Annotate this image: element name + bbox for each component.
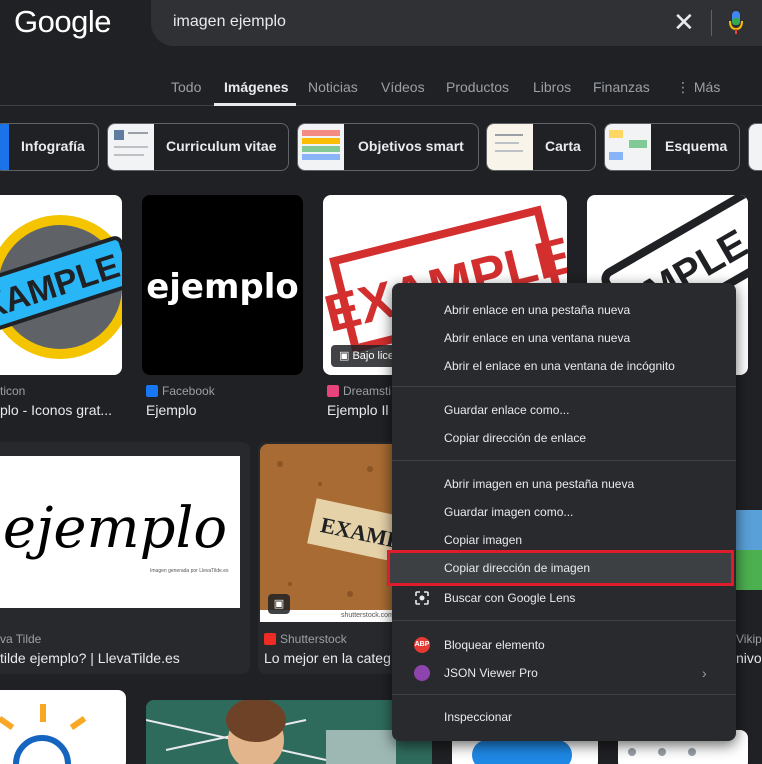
result-image[interactable] — [736, 510, 762, 590]
classroom-illustration — [146, 700, 432, 764]
result-source[interactable]: va Tilde — [0, 632, 41, 646]
blue-shape — [472, 740, 572, 764]
landscape-illustration — [736, 550, 762, 590]
search-input[interactable]: imagen ejemplo — [173, 13, 286, 31]
result-source[interactable]: Facebook — [146, 384, 215, 398]
menu-save-link-as[interactable]: Guardar enlace como... — [392, 397, 736, 423]
example-badge-illustration: XAMPLE — [0, 215, 122, 359]
facebook-icon — [146, 385, 158, 397]
chevron-right-icon: › — [702, 665, 707, 681]
result-title[interactable]: plo - Iconos grat... — [0, 402, 112, 418]
image-text: ejemplo — [146, 267, 299, 307]
result-image[interactable] — [0, 690, 126, 764]
search-divider — [711, 10, 712, 36]
image-icon: ▣ — [268, 594, 290, 614]
result-source-label: Facebook — [162, 384, 215, 398]
tab-productos[interactable]: Productos — [446, 79, 509, 95]
result-title[interactable]: nivo — [736, 650, 762, 666]
dot — [688, 748, 696, 756]
active-tab-indicator — [214, 103, 296, 106]
chip-thumbnail — [605, 124, 651, 170]
chip-label: Esquema — [665, 138, 728, 154]
google-lens-icon — [415, 591, 429, 605]
dot — [658, 748, 666, 756]
result-title[interactable]: tilde ejemplo? | LlevaTilde.es — [0, 650, 180, 666]
microphone-icon[interactable] — [729, 10, 743, 36]
menu-copy-image-address[interactable]: Copiar dirección de imagen — [387, 550, 734, 586]
menu-separator — [392, 694, 736, 695]
image-text: ejemplo — [2, 496, 228, 561]
tab-libros[interactable]: Libros — [533, 79, 571, 95]
result-title[interactable]: Lo mejor en la categ — [264, 650, 391, 666]
menu-inspect[interactable]: Inspeccionar — [392, 704, 736, 730]
chip-thumbnail — [749, 124, 762, 170]
chip-thumbnail — [487, 124, 533, 170]
result-image[interactable]: EXAMP shutterstock.com · 2 ▣ — [260, 444, 408, 622]
result-source[interactable]: Dreamsti — [327, 384, 391, 398]
tab-mas[interactable]: ⋮ Más — [676, 79, 720, 96]
menu-item-label: JSON Viewer Pro — [444, 666, 538, 680]
chip-infografia[interactable]: Infografía — [0, 123, 99, 171]
tab-noticias[interactable]: Noticias — [308, 79, 358, 95]
chip-label: Infografía — [21, 138, 85, 154]
menu-open-link-new-window[interactable]: Abrir enlace en una ventana nueva — [392, 325, 736, 351]
menu-copy-image[interactable]: Copiar imagen — [392, 527, 736, 553]
result-title[interactable]: Ejemplo Il — [327, 402, 388, 418]
chip-label: Curriculum vitae — [166, 138, 277, 154]
menu-item-label: Buscar con Google Lens — [444, 591, 576, 605]
chip-carta[interactable]: Carta — [486, 123, 596, 171]
menu-save-image-as[interactable]: Guardar imagen como... — [392, 499, 736, 525]
search-tabs: Todo Imágenes Noticias Vídeos Productos … — [0, 70, 762, 106]
json-viewer-icon — [414, 665, 430, 681]
result-title[interactable]: Ejemplo — [146, 402, 197, 418]
chip-thumbnail — [0, 124, 9, 170]
menu-open-link-incognito[interactable]: Abrir el enlace en una ventana de incógn… — [392, 353, 736, 379]
result-source[interactable]: ticon — [0, 384, 25, 398]
shutterstock-icon — [264, 633, 276, 645]
search-box[interactable]: imagen ejemplo ✕ — [151, 0, 762, 46]
menu-separator — [392, 620, 736, 621]
result-image[interactable]: ejemplo Imagen generada por LlevaTilde.e… — [0, 456, 240, 608]
menu-open-link-new-tab[interactable]: Abrir enlace en una pestaña nueva — [392, 297, 736, 323]
tab-todo[interactable]: Todo — [171, 79, 201, 95]
menu-item-label: Bloquear elemento — [444, 638, 545, 652]
chip-curriculum-vitae[interactable]: Curriculum vitae — [107, 123, 289, 171]
result-source[interactable]: Vikipe — [736, 632, 762, 646]
close-icon[interactable]: ✕ — [673, 8, 695, 36]
menu-open-image-new-tab[interactable]: Abrir imagen en una pestaña nueva — [392, 471, 736, 497]
menu-block-element[interactable]: ABP Bloquear elemento — [392, 632, 736, 658]
context-menu: Abrir enlace en una pestaña nueva Abrir … — [387, 283, 736, 741]
dot — [628, 748, 636, 756]
chip-objetivos-smart[interactable]: Objetivos smart — [297, 123, 479, 171]
google-logo[interactable]: Google — [14, 4, 111, 40]
license-badge-label: Bajo lice — [352, 350, 395, 362]
menu-separator — [392, 460, 736, 461]
chip-more[interactable] — [748, 123, 762, 171]
chip-label: Carta — [545, 138, 581, 154]
result-source-label: Shutterstock — [280, 632, 347, 646]
chip-esquema[interactable]: Esquema — [604, 123, 740, 171]
tab-videos[interactable]: Vídeos — [381, 79, 425, 95]
dreamstime-icon — [327, 385, 339, 397]
result-image[interactable]: ejemplo — [142, 195, 303, 375]
menu-separator — [392, 386, 736, 387]
tab-finanzas[interactable]: Finanzas — [593, 79, 650, 95]
menu-copy-link-address[interactable]: Copiar dirección de enlace — [392, 425, 736, 451]
result-image[interactable]: XAMPLE — [0, 195, 122, 375]
menu-search-google-lens[interactable]: Buscar con Google Lens — [392, 585, 736, 611]
adblock-plus-icon: ABP — [414, 637, 430, 653]
sun-illustration — [0, 704, 87, 764]
chip-thumbnail — [108, 124, 154, 170]
image-caption: Imagen generada por LlevaTilde.es — [150, 568, 229, 574]
chip-thumbnail — [298, 124, 344, 170]
menu-json-viewer-pro[interactable]: JSON Viewer Pro › — [392, 660, 736, 686]
chip-label: Objetivos smart — [358, 138, 464, 154]
result-source[interactable]: Shutterstock — [264, 632, 347, 646]
result-source-label: Dreamsti — [343, 384, 392, 398]
tab-imagenes[interactable]: Imágenes — [224, 79, 289, 95]
result-image[interactable] — [146, 700, 432, 764]
